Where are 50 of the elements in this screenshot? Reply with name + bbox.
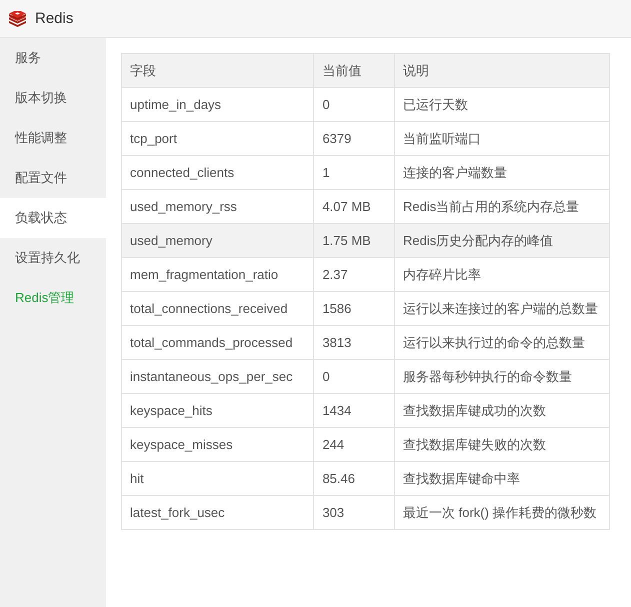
table-cell: instantaneous_ops_per_sec bbox=[122, 360, 314, 394]
table-cell: mem_fragmentation_ratio bbox=[122, 258, 314, 292]
table-cell: Redis当前占用的系统内存总量 bbox=[394, 190, 610, 224]
table-cell: keyspace_hits bbox=[122, 394, 314, 428]
table-cell: 运行以来连接过的客户端的总数量 bbox=[394, 292, 610, 326]
table-cell: 1 bbox=[314, 156, 394, 190]
window-title: Redis bbox=[35, 10, 74, 27]
table-cell: 已运行天数 bbox=[394, 88, 610, 122]
table-cell: 0 bbox=[314, 360, 394, 394]
table-cell: keyspace_misses bbox=[122, 428, 314, 462]
column-header: 说明 bbox=[394, 54, 610, 88]
column-header: 字段 bbox=[122, 54, 314, 88]
table-cell: 服务器每秒钟执行的命令数量 bbox=[394, 360, 610, 394]
table-cell: total_connections_received bbox=[122, 292, 314, 326]
table-cell: 运行以来执行过的命令的总数量 bbox=[394, 326, 610, 360]
table-cell: 当前监听端口 bbox=[394, 122, 610, 156]
sidebar-item[interactable]: 服务 bbox=[0, 38, 106, 78]
table-cell: connected_clients bbox=[122, 156, 314, 190]
table-cell: 6379 bbox=[314, 122, 394, 156]
table-cell: hit bbox=[122, 462, 314, 496]
table-cell: 2.37 bbox=[314, 258, 394, 292]
table-cell: 85.46 bbox=[314, 462, 394, 496]
table-cell: Redis历史分配内存的峰值 bbox=[394, 224, 610, 258]
sidebar-item[interactable]: 设置持久化 bbox=[0, 238, 106, 278]
table-cell: 最近一次 fork() 操作耗费的微秒数 bbox=[394, 496, 610, 530]
table-cell: total_commands_processed bbox=[122, 326, 314, 360]
table-cell: 查找数据库键成功的次数 bbox=[394, 394, 610, 428]
table-cell: 303 bbox=[314, 496, 394, 530]
table-cell: 4.07 MB bbox=[314, 190, 394, 224]
table-cell: latest_fork_usec bbox=[122, 496, 314, 530]
table-cell: 查找数据库键命中率 bbox=[394, 462, 610, 496]
table-cell: 0 bbox=[314, 88, 394, 122]
table-cell: 1586 bbox=[314, 292, 394, 326]
table-cell: used_memory_rss bbox=[122, 190, 314, 224]
table-cell: 内存碎片比率 bbox=[394, 258, 610, 292]
sidebar-item[interactable]: 版本切换 bbox=[0, 78, 106, 118]
table-cell: 1434 bbox=[314, 394, 394, 428]
redis-logo-icon bbox=[8, 10, 27, 26]
table-cell: 连接的客户端数量 bbox=[394, 156, 610, 190]
sidebar-item[interactable]: 配置文件 bbox=[0, 158, 106, 198]
table-cell: 244 bbox=[314, 428, 394, 462]
table-cell: tcp_port bbox=[122, 122, 314, 156]
table-cell: uptime_in_days bbox=[122, 88, 314, 122]
table-cell: 3813 bbox=[314, 326, 394, 360]
table-cell: 查找数据库键失败的次数 bbox=[394, 428, 610, 462]
sidebar-item[interactable]: 性能调整 bbox=[0, 118, 106, 158]
column-header: 当前值 bbox=[314, 54, 394, 88]
table-cell: used_memory bbox=[122, 224, 314, 258]
table-cell: 1.75 MB bbox=[314, 224, 394, 258]
sidebar-item[interactable]: 负载状态 bbox=[0, 198, 106, 238]
